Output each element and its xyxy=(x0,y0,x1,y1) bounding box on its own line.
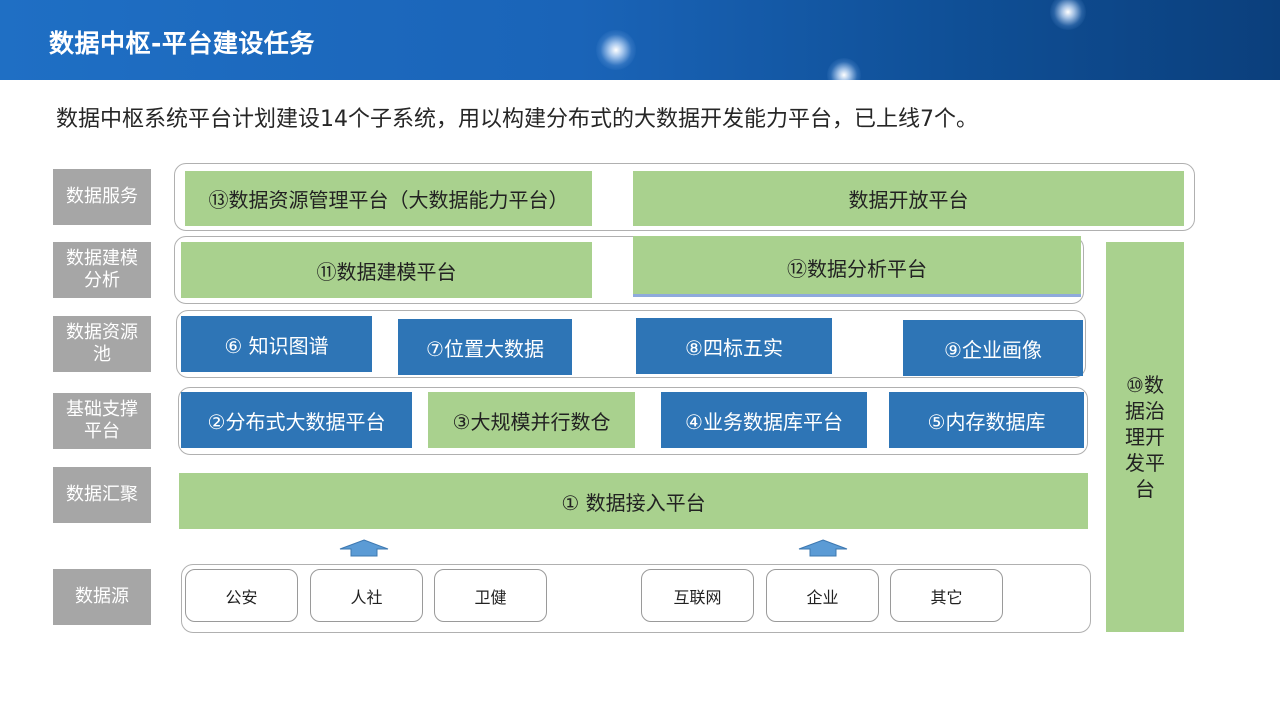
header-banner: 数据中枢-平台建设任务 xyxy=(0,0,1280,80)
data-resource-management-platform: ⑬数据资源管理平台（大数据能力平台） xyxy=(185,171,592,226)
layer-label-aggregation: 数据汇聚 xyxy=(53,467,151,523)
layer-label-foundation: 基础支撑平台 xyxy=(53,393,151,449)
business-database-platform: ④业务数据库平台 xyxy=(661,392,867,448)
data-analysis-platform: ⑫数据分析平台 xyxy=(633,236,1081,297)
up-arrow-icon xyxy=(339,539,389,557)
layer-label-sources: 数据源 xyxy=(53,569,151,625)
layer-label-service: 数据服务 xyxy=(53,169,151,225)
source-enterprise: 企业 xyxy=(766,569,879,622)
up-arrow-icon xyxy=(798,539,848,557)
data-governance-label: ⑩数据治理开发平台 xyxy=(1125,373,1165,501)
source-internet: 互联网 xyxy=(641,569,754,622)
source-health: 卫健 xyxy=(434,569,547,622)
in-memory-database: ⑤内存数据库 xyxy=(889,392,1084,448)
data-modeling-platform: ⑪数据建模平台 xyxy=(181,242,592,298)
intro-text: 数据中枢系统平台计划建设14个子系统，用以构建分布式的大数据开发能力平台，已上线… xyxy=(56,107,978,132)
knowledge-graph: ⑥ 知识图谱 xyxy=(181,316,372,372)
data-open-platform: 数据开放平台 xyxy=(633,171,1184,226)
data-access-platform: ① 数据接入平台 xyxy=(179,473,1088,529)
sparkle-decoration xyxy=(596,30,636,70)
mpp-data-warehouse: ③大规模并行数仓 xyxy=(428,392,635,448)
distributed-big-data-platform: ②分布式大数据平台 xyxy=(181,392,412,448)
sparkle-decoration xyxy=(827,58,861,80)
four-standards-five-facts: ⑧四标五实 xyxy=(636,318,832,374)
layer-label-resource-pool: 数据资源池 xyxy=(53,316,151,372)
enterprise-profile: ⑨企业画像 xyxy=(903,320,1083,376)
sparkle-decoration xyxy=(1050,0,1086,30)
source-human-resources: 人社 xyxy=(310,569,423,622)
location-big-data: ⑦位置大数据 xyxy=(398,319,572,375)
layer-label-modeling: 数据建模分析 xyxy=(53,242,151,298)
page-title: 数据中枢-平台建设任务 xyxy=(49,29,315,58)
source-other: 其它 xyxy=(890,569,1003,622)
data-governance-platform: ⑩数据治理开发平台 xyxy=(1106,242,1184,632)
source-public-security: 公安 xyxy=(185,569,298,622)
